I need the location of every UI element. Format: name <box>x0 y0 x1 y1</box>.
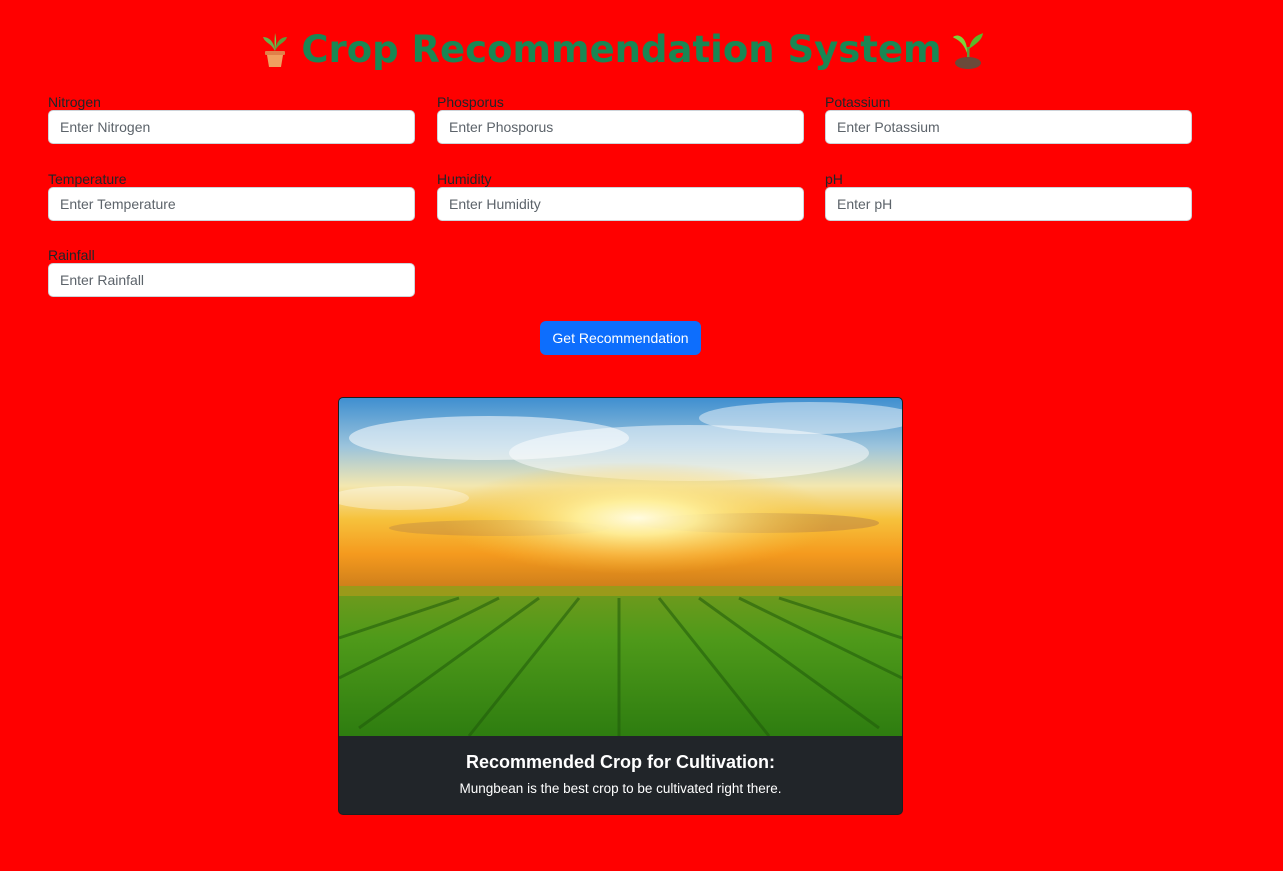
ph-input[interactable] <box>825 187 1192 221</box>
rainfall-input[interactable] <box>48 263 415 297</box>
temperature-input[interactable] <box>48 187 415 221</box>
phosphorus-field: Phosporus <box>437 94 804 144</box>
page-title-text: Crop Recommendation System <box>301 28 942 71</box>
humidity-input[interactable] <box>437 187 804 221</box>
humidity-field: Humidity <box>437 171 804 221</box>
phosphorus-label: Phosporus <box>437 94 504 110</box>
rainfall-label: Rainfall <box>48 247 95 263</box>
ph-field: pH <box>825 171 1192 221</box>
nitrogen-input[interactable] <box>48 110 415 144</box>
phosphorus-input[interactable] <box>437 110 804 144</box>
potted-plant-icon <box>259 31 291 69</box>
seedling-icon <box>952 31 984 69</box>
nitrogen-field: Nitrogen <box>48 94 415 144</box>
result-text: Mungbean is the best crop to be cultivat… <box>459 781 782 796</box>
crop-field-image <box>339 398 902 736</box>
rainfall-field: Rainfall <box>48 247 415 297</box>
page-title: Crop Recommendation System <box>0 28 1243 71</box>
temperature-field: Temperature <box>48 171 415 221</box>
potassium-label: Potassium <box>825 94 891 110</box>
result-card: Recommended Crop for Cultivation: Mungbe… <box>338 397 903 815</box>
potassium-input[interactable] <box>825 110 1192 144</box>
potassium-field: Potassium <box>825 94 1192 144</box>
result-title: Recommended Crop for Cultivation: <box>465 752 775 772</box>
temperature-label: Temperature <box>48 171 127 187</box>
result-card-body: Recommended Crop for Cultivation: Mungbe… <box>339 750 902 798</box>
ph-label: pH <box>825 171 843 187</box>
nitrogen-label: Nitrogen <box>48 94 101 110</box>
get-recommendation-button[interactable]: Get Recommendation <box>540 321 701 355</box>
humidity-label: Humidity <box>437 171 492 187</box>
